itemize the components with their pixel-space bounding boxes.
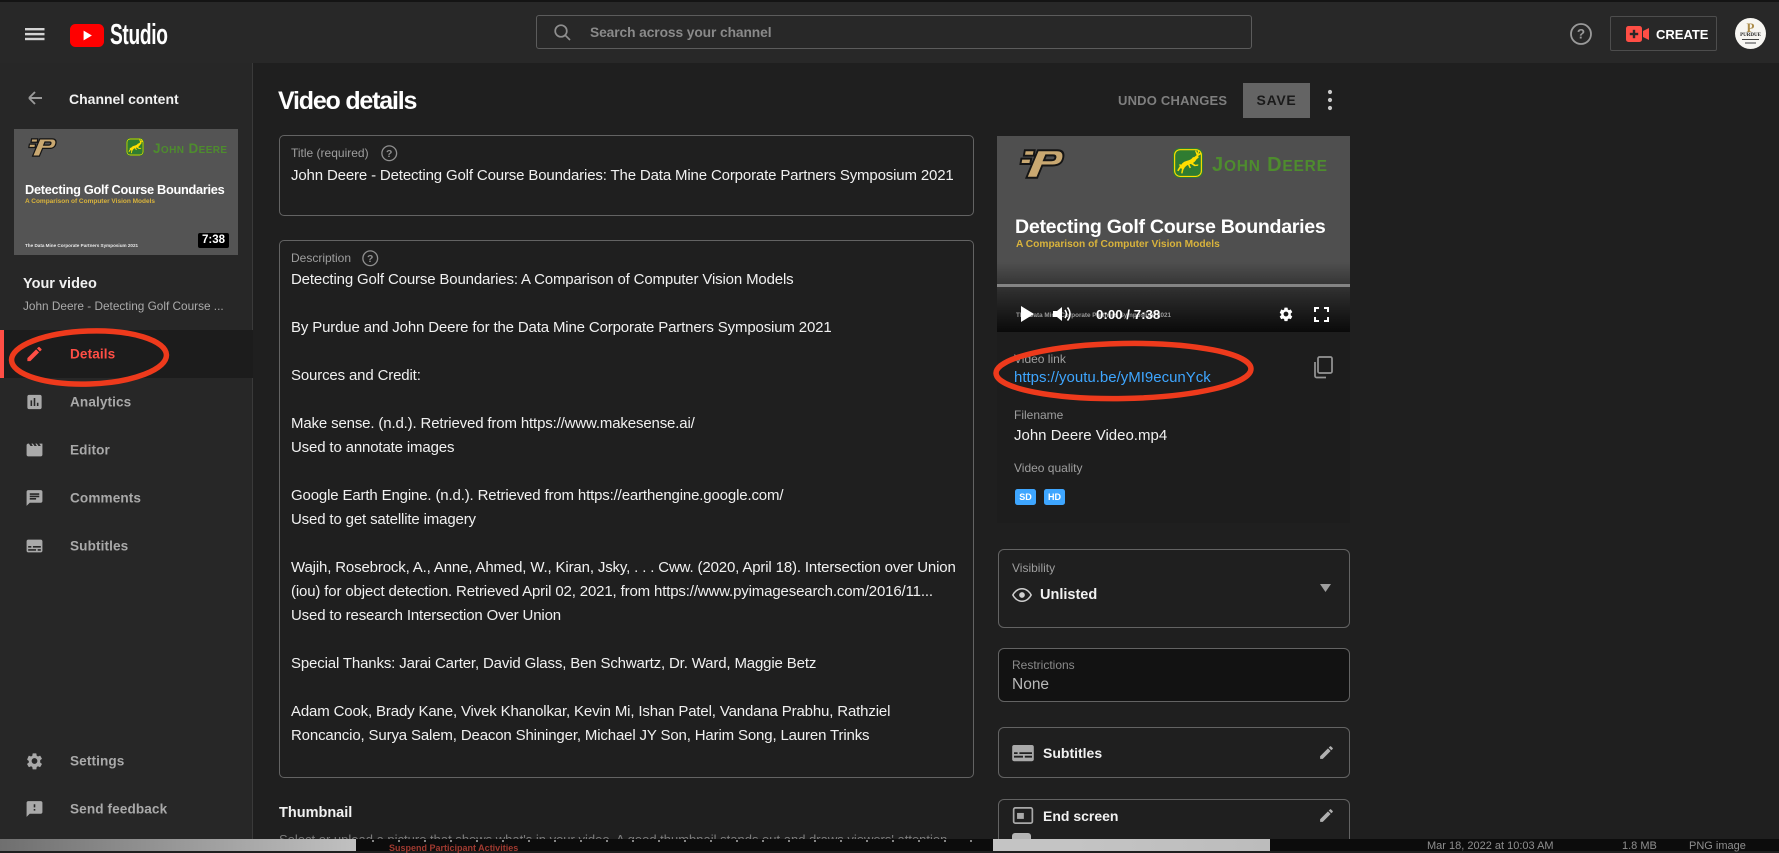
svg-text:?: ?: [367, 254, 373, 265]
svg-text:?: ?: [386, 149, 392, 160]
svg-text:?: ?: [1577, 27, 1585, 42]
